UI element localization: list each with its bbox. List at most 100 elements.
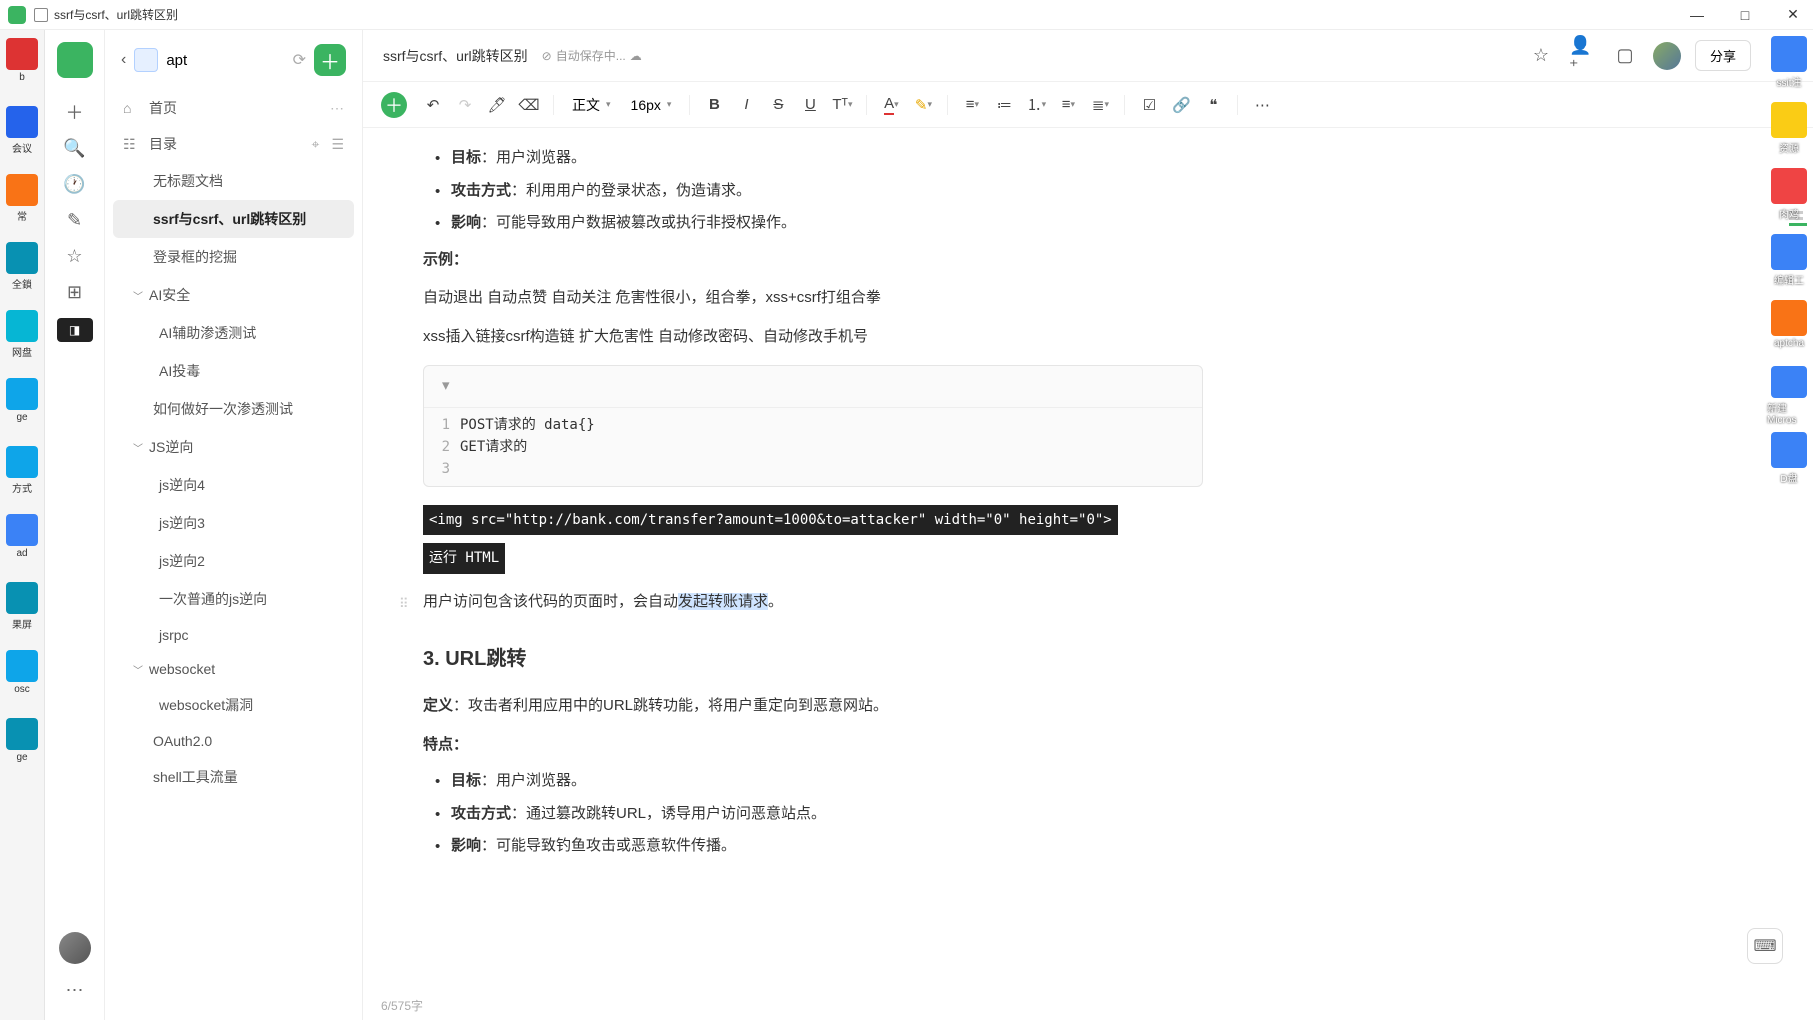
bullet-item[interactable]: 影响：可能导致用户数据被篡改或执行非授权操作。 [423, 209, 1203, 238]
run-html-label[interactable]: 运行 HTML [423, 543, 505, 574]
sidebar-doc-item[interactable]: js逆向4 [113, 466, 354, 504]
share-button[interactable]: 分享 [1695, 40, 1751, 71]
sidebar-folder-item[interactable]: ﹀JS逆向 [113, 428, 354, 466]
code-collapse-icon[interactable]: ▾ [442, 377, 450, 394]
clear-format-button[interactable]: ⌫ [515, 91, 543, 119]
text-transform-button[interactable]: Tᵀ▾ [828, 91, 856, 119]
format-painter-button[interactable]: 🖊 [483, 91, 511, 119]
heading-3[interactable]: 3. URL跳转 [423, 640, 1203, 678]
rail-new-button[interactable]: ＋ [57, 94, 93, 130]
font-color-button[interactable]: A ▾ [877, 91, 905, 119]
header-avatar[interactable] [1653, 42, 1681, 70]
align-button[interactable]: ≡▾ [958, 91, 986, 119]
undo-button[interactable]: ↶ [419, 91, 447, 119]
task-list-button[interactable]: ☑ [1135, 91, 1163, 119]
add-document-button[interactable]: ＋ [314, 44, 346, 76]
sidebar-doc-item[interactable]: 无标题文档 [113, 162, 354, 200]
underline-button[interactable]: U [796, 91, 824, 119]
rail-apps-button[interactable]: ⊞ [57, 274, 93, 310]
paragraph[interactable]: 自动退出 自动点赞 自动关注 危害性很小，组合拳，xss+csrf打组合拳 [423, 284, 1203, 313]
insert-button[interactable]: ＋ [381, 92, 407, 118]
bullet-item[interactable]: 攻击方式：利用用户的登录状态，伪造请求。 [423, 177, 1203, 206]
sidebar-folder-item[interactable]: ﹀websocket [113, 652, 354, 686]
paragraph[interactable]: xss插入链接csrf构造链 扩大危害性 自动修改密码、自动修改手机号 [423, 323, 1203, 352]
keyboard-shortcut-button[interactable]: ⌨ [1747, 928, 1783, 964]
features-heading[interactable]: 特点： [423, 731, 1203, 760]
desktop-shortcut[interactable]: osc [2, 650, 42, 710]
code-line[interactable] [460, 458, 595, 480]
window-maximize-button[interactable]: □ [1733, 3, 1757, 27]
sidebar-doc-item[interactable]: js逆向2 [113, 542, 354, 580]
bullet-item[interactable]: 攻击方式：通过篡改跳转URL，诱导用户访问恶意站点。 [423, 800, 1203, 829]
rail-search-button[interactable]: 🔍 [57, 130, 93, 166]
italic-button[interactable]: I [732, 91, 760, 119]
more-icon[interactable]: ⋯ [330, 100, 344, 117]
highlight-color-button[interactable]: ✎ ▾ [909, 91, 937, 119]
sidebar-doc-item[interactable]: ssrf与csrf、url跳转区别 [113, 200, 354, 238]
toolbar-more-button[interactable]: ⋯ [1248, 91, 1276, 119]
user-avatar[interactable] [59, 932, 91, 964]
strikethrough-button[interactable]: S [764, 91, 792, 119]
code-line[interactable]: GET请求的 [460, 436, 595, 458]
rail-recent-button[interactable]: 🕐 [57, 166, 93, 202]
present-icon[interactable]: ▢ [1611, 42, 1639, 70]
desktop-shortcut[interactable]: b [2, 38, 42, 98]
desktop-shortcut[interactable]: 方式 [2, 446, 42, 506]
bullet-item[interactable]: 目标：用户浏览器。 [423, 767, 1203, 796]
outline-toggle-icon[interactable]: ▤ [1765, 42, 1793, 70]
link-button[interactable]: 🔗 [1167, 91, 1195, 119]
sidebar-toc-header[interactable]: ☷ 目录 ⌖ ☰ [113, 126, 354, 162]
sidebar-doc-item[interactable]: jsrpc [113, 618, 354, 652]
rail-draft-button[interactable]: ✎ [57, 202, 93, 238]
sidebar-doc-item[interactable]: shell工具流量 [113, 758, 354, 796]
example-heading[interactable]: 示例： [423, 246, 1203, 275]
star-icon[interactable]: ☆ [1527, 42, 1555, 70]
desktop-shortcut[interactable]: ge [2, 718, 42, 778]
redo-button[interactable]: ↷ [451, 91, 479, 119]
editor-content-area[interactable]: 目标：用户浏览器。攻击方式：利用用户的登录状态，伪造请求。影响：可能导致用户数据… [363, 128, 1813, 1020]
desktop-shortcut[interactable]: 会议 [2, 106, 42, 166]
desktop-shortcut[interactable]: 果屏 [2, 582, 42, 642]
sidebar-doc-item[interactable]: 登录框的挖掘 [113, 238, 354, 276]
unordered-list-button[interactable]: ≔ [990, 91, 1018, 119]
sidebar-folder-item[interactable]: ﹀AI安全 [113, 276, 354, 314]
sidebar-doc-item[interactable]: websocket漏洞 [113, 686, 354, 724]
split-view-toggle[interactable]: ◨ [57, 318, 93, 342]
window-minimize-button[interactable]: — [1685, 3, 1709, 27]
desktop-shortcut[interactable]: 全鎖 [2, 242, 42, 302]
desktop-shortcut[interactable]: ad [2, 514, 42, 574]
paragraph-style-select[interactable]: 正文▾ [564, 95, 619, 115]
rail-favorite-button[interactable]: ☆ [57, 238, 93, 274]
list-mode-icon[interactable]: ☰ [331, 136, 344, 153]
outdent-button[interactable]: ≡▾ [1054, 91, 1082, 119]
sidebar-doc-item[interactable]: js逆向3 [113, 504, 354, 542]
collaborator-icon[interactable]: 👤⁺ [1569, 42, 1597, 70]
desktop-shortcut[interactable]: ge [2, 378, 42, 438]
desktop-shortcut[interactable]: 常 [2, 174, 42, 234]
bold-button[interactable]: B [700, 91, 728, 119]
locate-icon[interactable]: ⌖ [312, 136, 320, 153]
sidebar-home[interactable]: ⌂ 首页 ⋯ [113, 90, 354, 126]
sidebar-doc-item[interactable]: 如何做好一次渗透测试 [113, 390, 354, 428]
yuque-logo-icon[interactable] [57, 42, 93, 78]
sidebar-doc-item[interactable]: AI辅助渗透测试 [113, 314, 354, 352]
quote-button[interactable]: ❝ [1199, 91, 1227, 119]
font-size-select[interactable]: 16px▾ [623, 97, 680, 113]
code-line[interactable]: POST请求的 data{} [460, 414, 595, 436]
paragraph[interactable]: ⠿ 用户访问包含该代码的页面时，会自动发起转账请求。 [423, 588, 1203, 617]
back-button[interactable]: ‹ [121, 51, 126, 69]
bullet-item[interactable]: 目标：用户浏览器。 [423, 144, 1203, 173]
document-title[interactable]: ssrf与csrf、url跳转区别 [383, 46, 528, 66]
space-title[interactable]: apt [166, 52, 284, 69]
drag-handle-icon[interactable]: ⠿ [399, 592, 407, 617]
window-close-button[interactable]: ✕ [1781, 3, 1805, 27]
outline-minimap[interactable] [1789, 208, 1807, 229]
code-block[interactable]: ▾ 123 POST请求的 data{}GET请求的 [423, 365, 1203, 487]
code-snippet-dark[interactable]: <img src="http://bank.com/transfer?amoun… [423, 505, 1118, 536]
ordered-list-button[interactable]: ⒈▾ [1022, 91, 1050, 119]
indent-button[interactable]: ≣▾ [1086, 91, 1114, 119]
rail-more-button[interactable]: ⋯ [57, 972, 93, 1008]
desktop-shortcut[interactable]: 网盘 [2, 310, 42, 370]
bullet-item[interactable]: 影响：可能导致钓鱼攻击或恶意软件传播。 [423, 832, 1203, 861]
sidebar-doc-item[interactable]: AI投毒 [113, 352, 354, 390]
